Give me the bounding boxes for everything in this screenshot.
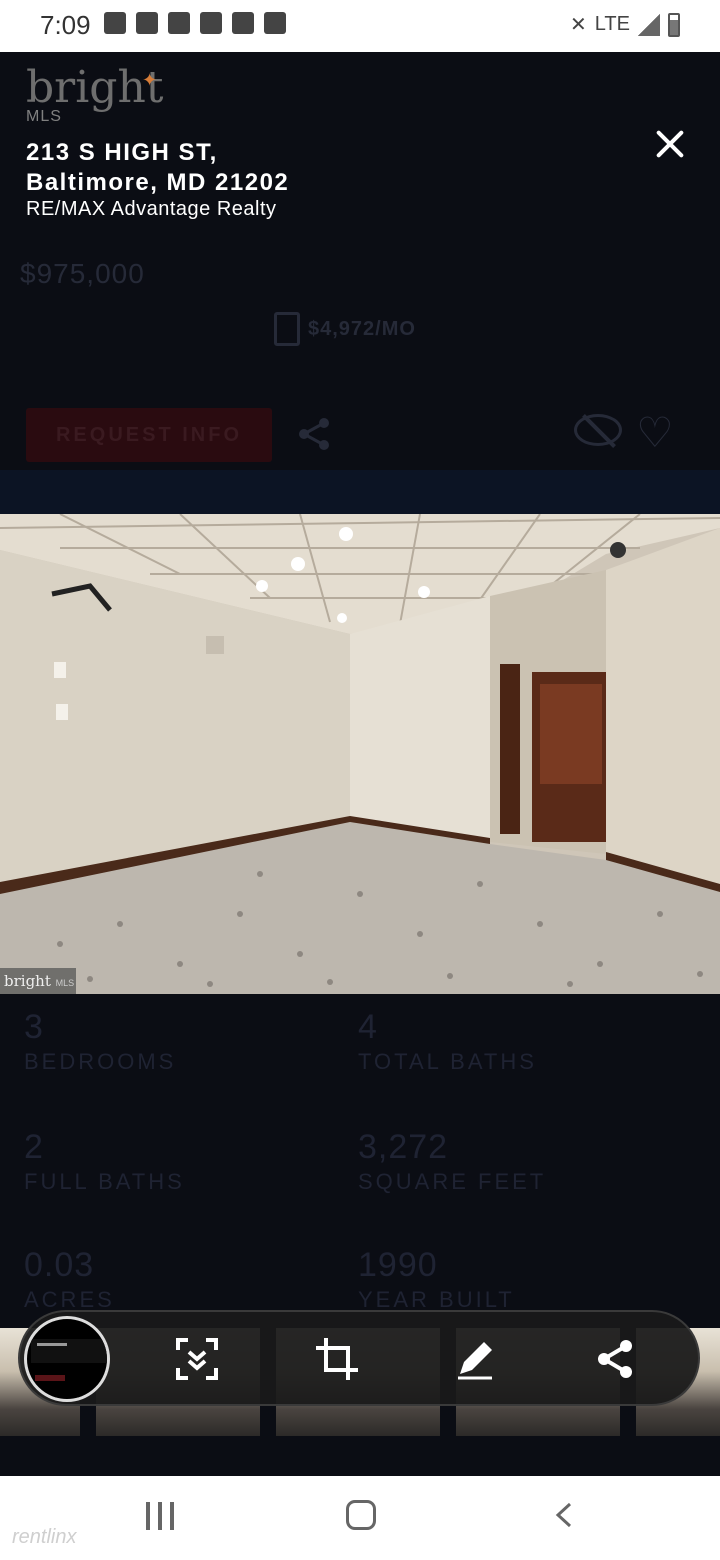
monthly-payment-label: $4,972/MO	[308, 317, 416, 340]
stat-label: TOTAL BATHS	[358, 1049, 537, 1074]
preview-content	[31, 1339, 107, 1363]
system-nav-bar: rentlinx	[0, 1476, 720, 1560]
hide-listing-icon[interactable]	[574, 414, 622, 446]
notification-icons	[104, 12, 286, 34]
bright-mls-logo: bright ✦ MLS	[26, 66, 186, 126]
brand-star-icon: ✦	[142, 70, 158, 90]
stat-value: 4	[358, 1008, 378, 1046]
stat-year-built: 1990 YEAR BUILT	[358, 1246, 688, 1313]
listing-page: bright ✦ MLS 213 S HIGH ST, Baltimore, M…	[0, 52, 720, 1476]
back-button[interactable]	[554, 1502, 574, 1528]
section-band	[0, 470, 720, 514]
brand-word: bright	[26, 62, 164, 113]
photo-watermark-sub: MLS	[55, 978, 75, 988]
request-info-button[interactable]: REQUEST INFO	[26, 408, 272, 462]
app-icon	[136, 12, 158, 34]
rentlinx-watermark: rentlinx	[12, 1526, 77, 1548]
missed-call-icon	[168, 12, 190, 34]
stat-total-baths: 4 TOTAL BATHS	[358, 1008, 688, 1075]
battery-icon	[668, 12, 680, 37]
recent-apps-button[interactable]	[146, 1502, 174, 1530]
address-line2: Baltimore, MD 21202	[26, 169, 290, 196]
crop-icon[interactable]	[314, 1336, 360, 1382]
mute-icon: ✕	[570, 14, 587, 36]
listing-broker: RE/MAX Advantage Realty	[26, 198, 277, 220]
stat-value: 0.03	[24, 1246, 95, 1284]
wifi-icon	[232, 12, 254, 34]
listing-price: $975,000	[20, 258, 145, 289]
message-icon	[104, 12, 126, 34]
monthly-payment[interactable]: $4,972/MO	[274, 312, 416, 346]
stat-label: BEDROOMS	[24, 1049, 177, 1074]
stat-value: 3	[24, 1008, 44, 1046]
network-label: LTE	[594, 13, 630, 35]
stat-label: FULL BATHS	[24, 1169, 185, 1194]
close-button[interactable]	[650, 124, 690, 164]
status-bar: 7:09 ✕ LTE	[0, 0, 720, 52]
calculator-icon	[274, 312, 300, 346]
stat-square-feet: 3,272 SQUARE FEET	[358, 1128, 688, 1195]
scroll-capture-icon[interactable]	[174, 1336, 220, 1382]
stat-bedrooms: 3 BEDROOMS	[24, 1008, 354, 1075]
draw-icon[interactable]	[452, 1336, 498, 1382]
listing-photo[interactable]: bright MLS	[0, 514, 720, 994]
preview-button	[35, 1375, 65, 1381]
stat-value: 3,272	[358, 1128, 449, 1166]
stat-full-baths: 2 FULL BATHS	[24, 1128, 354, 1195]
screenshot-preview[interactable]	[24, 1316, 110, 1402]
share-icon[interactable]	[296, 416, 332, 452]
photo-watermark: bright MLS	[0, 968, 76, 994]
share-icon[interactable]	[592, 1336, 638, 1382]
stat-label: SQUARE FEET	[358, 1169, 547, 1194]
gallery-icon	[200, 12, 222, 34]
status-time: 7:09	[40, 10, 91, 40]
stat-acres: 0.03 ACRES	[24, 1246, 354, 1313]
signal-icon	[638, 13, 660, 36]
address-line1: 213 S HIGH ST,	[26, 139, 218, 166]
screenshot-icon	[264, 12, 286, 34]
status-right: ✕ LTE	[570, 12, 680, 37]
photo-watermark-brand: bright	[4, 972, 51, 990]
stat-value: 1990	[358, 1246, 438, 1284]
stat-value: 2	[24, 1128, 44, 1166]
home-button[interactable]	[346, 1500, 376, 1530]
listing-address: 213 S HIGH ST, Baltimore, MD 21202	[26, 138, 289, 198]
favorite-heart-icon[interactable]: ♡	[636, 412, 674, 454]
